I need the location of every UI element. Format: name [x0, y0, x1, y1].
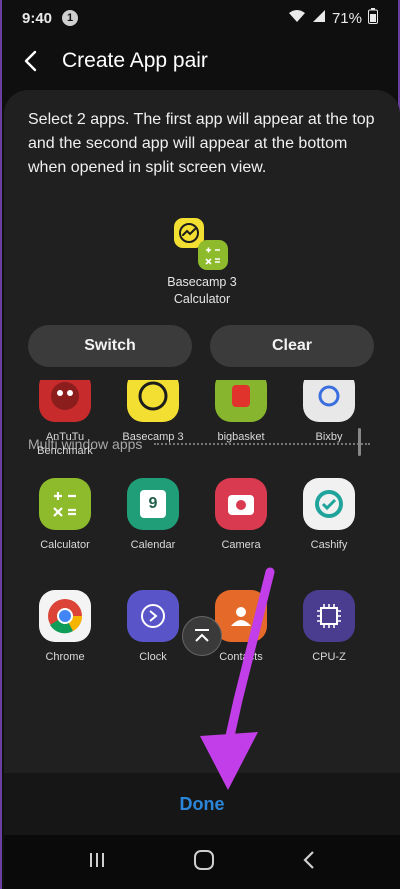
battery-icon [368, 8, 378, 28]
app-item-basecamp[interactable]: Basecamp 3 [108, 380, 198, 444]
basecamp-icon [127, 380, 179, 422]
calendar-icon: 9 [127, 478, 179, 530]
app-item-calendar[interactable]: 9 Calendar [108, 478, 198, 552]
cpu-chip-icon [303, 590, 355, 642]
app-label: Basecamp 3 [122, 431, 184, 443]
done-bar: Done [4, 773, 400, 835]
signal-icon [312, 9, 326, 27]
pair-app-names: Basecamp 3 Calculator [134, 274, 270, 308]
cashify-icon [303, 478, 355, 530]
contacts-icon [215, 590, 267, 642]
bixby-icon [303, 380, 355, 422]
app-label: Calendar [130, 539, 176, 551]
clear-button[interactable]: Clear [210, 325, 374, 367]
page-title: Create App pair [62, 49, 208, 72]
camera-icon [215, 478, 267, 530]
app-item-chrome[interactable]: Chrome [20, 590, 110, 664]
chrome-icon [39, 590, 91, 642]
switch-button[interactable]: Switch [28, 325, 192, 367]
home-icon[interactable] [193, 849, 215, 876]
status-time: 9:40 [22, 9, 53, 27]
app-grid-scrollbar[interactable] [358, 428, 361, 456]
app-item-cashify[interactable]: Cashify [284, 478, 374, 552]
app-item-cpuz[interactable]: CPU-Z [284, 590, 374, 664]
notification-count-badge: 1 [62, 10, 79, 26]
calendar-day: 9 [140, 490, 166, 518]
app-label: Calculator [40, 539, 90, 551]
instructions-text: Select 2 apps. The first app will appear… [28, 111, 375, 176]
done-button[interactable]: Done [180, 794, 225, 815]
app-label: Chrome [45, 651, 85, 663]
system-nav-bar [4, 835, 400, 889]
chevron-left-icon [24, 50, 37, 72]
app-item-antutu[interactable]: AnTuTu Benchmark [20, 380, 110, 458]
scroll-to-top-button[interactable] [182, 616, 222, 656]
status-right: 71% [288, 8, 378, 28]
clock-icon [127, 590, 179, 642]
wifi-icon [288, 9, 306, 27]
app-label: bigbasket [217, 431, 265, 443]
app-label: Cashify [310, 539, 348, 551]
back-button[interactable] [2, 38, 58, 84]
status-bar: 9:40 1 71% [2, 0, 398, 36]
battery-percent: 71% [331, 9, 362, 27]
app-item-calculator[interactable]: Calculator [20, 478, 110, 552]
pair-first-app: Basecamp 3 [167, 275, 237, 289]
app-label: CPU-Z [312, 651, 346, 663]
app-header: Create App pair [2, 38, 398, 84]
phone-frame: 9:40 1 71% Create App pair Select 2 apps… [0, 0, 400, 889]
chevron-up-icon [195, 629, 209, 642]
app-label: Clock [139, 651, 167, 663]
app-label: Camera [221, 539, 261, 551]
app-pair-preview [174, 218, 230, 272]
app-label: AnTuTu Benchmark [37, 431, 93, 457]
pair-second-app: Calculator [173, 292, 231, 306]
back-nav-icon[interactable] [302, 850, 316, 875]
bigbasket-icon [215, 380, 267, 422]
recents-icon[interactable] [88, 851, 106, 874]
calculator-icon [39, 478, 91, 530]
app-item-bigbasket[interactable]: bigbasket [196, 380, 286, 444]
calculator-icon [198, 240, 228, 270]
app-item-camera[interactable]: Camera [196, 478, 286, 552]
antutu-icon [39, 380, 91, 422]
